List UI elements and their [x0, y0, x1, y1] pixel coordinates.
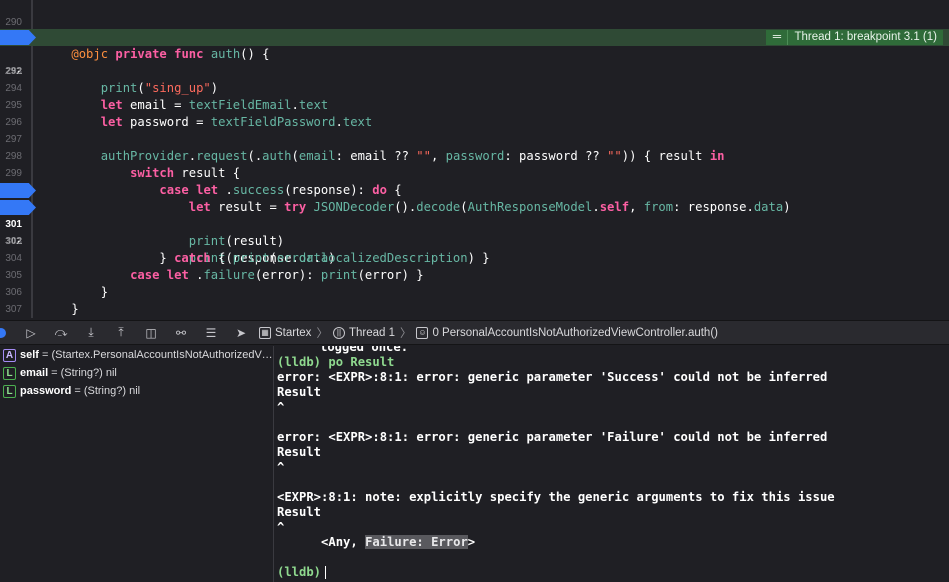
- chevron-right-icon: 〉: [316, 327, 328, 340]
- variable-value: = (String?) nil: [51, 367, 117, 379]
- variable-value: = (Startex.PersonalAccountIsNotAuthorize…: [41, 349, 273, 361]
- console-line: error: <EXPR>:8:1: error: generic parame…: [277, 430, 828, 444]
- code-line-302[interactable]: 302 print(response.data): [0, 199, 949, 265]
- chevron-right-icon: 〉: [399, 327, 412, 340]
- source-editor[interactable]: 290 291 @objc private func auth() { 292 …: [0, 0, 949, 318]
- hide-debug-area-icon[interactable]: [0, 327, 6, 338]
- console-line: (lldb) po Result: [277, 355, 395, 369]
- text-cursor: [325, 566, 327, 579]
- person-icon: ☺: [416, 326, 429, 339]
- code-line-291[interactable]: 291 @objc private func auth() {: [0, 12, 949, 61]
- code-line-303[interactable]: 303 } catch { print(error.localizedDescr…: [0, 216, 949, 265]
- frame-name: 0 PersonalAccountIsNotAuthorizedViewCont…: [432, 326, 718, 339]
- breakpoint-marker[interactable]: [0, 30, 36, 45]
- generic-highlight: Failure: Error: [365, 535, 468, 549]
- thread-breakpoint-badge[interactable]: ═ Thread 1: breakpoint 3.1 (1): [766, 30, 943, 45]
- view-hierarchy-icon[interactable]: ◫: [136, 326, 166, 340]
- console-line: ^: [277, 460, 285, 474]
- variable-name: password: [20, 385, 72, 397]
- code-line-304[interactable]: 304 case let .failure(error): print(erro…: [0, 233, 949, 282]
- console-line: Result: [277, 445, 322, 459]
- code-line-300[interactable]: 300 let result = try JSONDecoder().decod…: [0, 165, 949, 214]
- breakpoint-marker[interactable]: [0, 200, 36, 215]
- variable-name: email: [20, 367, 49, 379]
- console-line: logged once.: [320, 346, 409, 354]
- console-line: Result: [277, 385, 322, 399]
- breadcrumb-process[interactable]: ▦ Startex: [256, 326, 314, 339]
- code-line-306[interactable]: 306 }: [0, 267, 949, 316]
- breadcrumb-thread[interactable]: || Thread 1: [330, 326, 398, 339]
- step-over-icon[interactable]: ⤼: [46, 325, 76, 340]
- process-name: Startex: [275, 326, 312, 339]
- generic-prefix: <Any,: [277, 535, 366, 549]
- step-out-icon[interactable]: ⤒: [106, 325, 136, 340]
- variable-row[interactable]: L email = (String?) nil: [0, 364, 273, 382]
- debug-console[interactable]: logged once. (lldb) po Result error: <EX…: [275, 346, 949, 582]
- code-line-301[interactable]: 301 print(result): [0, 182, 949, 248]
- console-line: <EXPR>:8:1: note: explicitly specify the…: [277, 490, 835, 504]
- code-line-305[interactable]: 305 }: [0, 250, 949, 299]
- console-line: ^: [277, 520, 285, 534]
- variable-name: self: [20, 349, 39, 361]
- generic-close: >: [467, 535, 476, 549]
- code-line-293[interactable]: 293: [0, 46, 949, 77]
- app-icon: ▦: [259, 326, 271, 339]
- argument-badge: A: [3, 348, 16, 362]
- pane-divider[interactable]: [273, 346, 274, 582]
- memory-graph-icon[interactable]: ⚯: [166, 326, 196, 340]
- console-line: error: <EXPR>:8:1: error: generic parame…: [277, 370, 828, 384]
- continue-icon[interactable]: ▷: [16, 326, 46, 340]
- code-line-292-current[interactable]: 292 print("sing_up") ═ Thread 1: breakpo…: [0, 29, 949, 95]
- code-line-297[interactable]: 297 authProvider.request(.auth(email: em…: [0, 114, 949, 163]
- variable-row[interactable]: A self = (Startex.PersonalAccountIsNotAu…: [0, 346, 273, 364]
- environment-overrides-icon[interactable]: ☰: [196, 326, 226, 340]
- thread-icon: ||: [332, 326, 345, 339]
- console-line: ^: [277, 400, 285, 414]
- console-prompt-line[interactable]: (lldb): [277, 565, 327, 580]
- code-line-307[interactable]: 307 }: [0, 284, 949, 315]
- breakpoint-badge-label: Thread 1: breakpoint 3.1 (1): [794, 31, 937, 43]
- breakpoint-marker[interactable]: [0, 183, 36, 198]
- variables-view[interactable]: A self = (Startex.PersonalAccountIsNotAu…: [0, 346, 273, 582]
- thread-name: Thread 1: [348, 326, 395, 339]
- console-line-generic: <Any, Failure: Error>: [277, 535, 475, 550]
- code-line-294[interactable]: 294 let email = textFieldEmail.text: [0, 63, 949, 112]
- lldb-prompt: (lldb): [277, 565, 322, 579]
- code-line-298[interactable]: 298 switch result {: [0, 131, 949, 180]
- variable-value: = (String?) nil: [74, 385, 141, 397]
- console-line: Result: [277, 505, 322, 519]
- list-icon[interactable]: ═: [766, 30, 789, 45]
- variable-row[interactable]: L password = (String?) nil: [0, 382, 273, 400]
- code-line-296[interactable]: 296: [0, 97, 949, 128]
- code-line-299[interactable]: 299 case let .success(response): do {: [0, 148, 949, 197]
- code-line-295[interactable]: 295 let password = textFieldPassword.tex…: [0, 80, 949, 129]
- local-badge: L: [3, 384, 16, 398]
- step-into-icon[interactable]: ⤓: [76, 325, 106, 340]
- simulate-location-icon[interactable]: ➤: [226, 326, 256, 340]
- local-badge: L: [3, 366, 16, 380]
- debug-toolbar: ▷ ⤼ ⤓ ⤒ ◫ ⚯ ☰ ➤ ▦ Startex 〉 || Thread 1 …: [0, 320, 949, 345]
- breadcrumb-frame[interactable]: ☺ 0 PersonalAccountIsNotAuthorizedViewCo…: [413, 326, 721, 339]
- code-line-308[interactable]: 308: [0, 301, 949, 318]
